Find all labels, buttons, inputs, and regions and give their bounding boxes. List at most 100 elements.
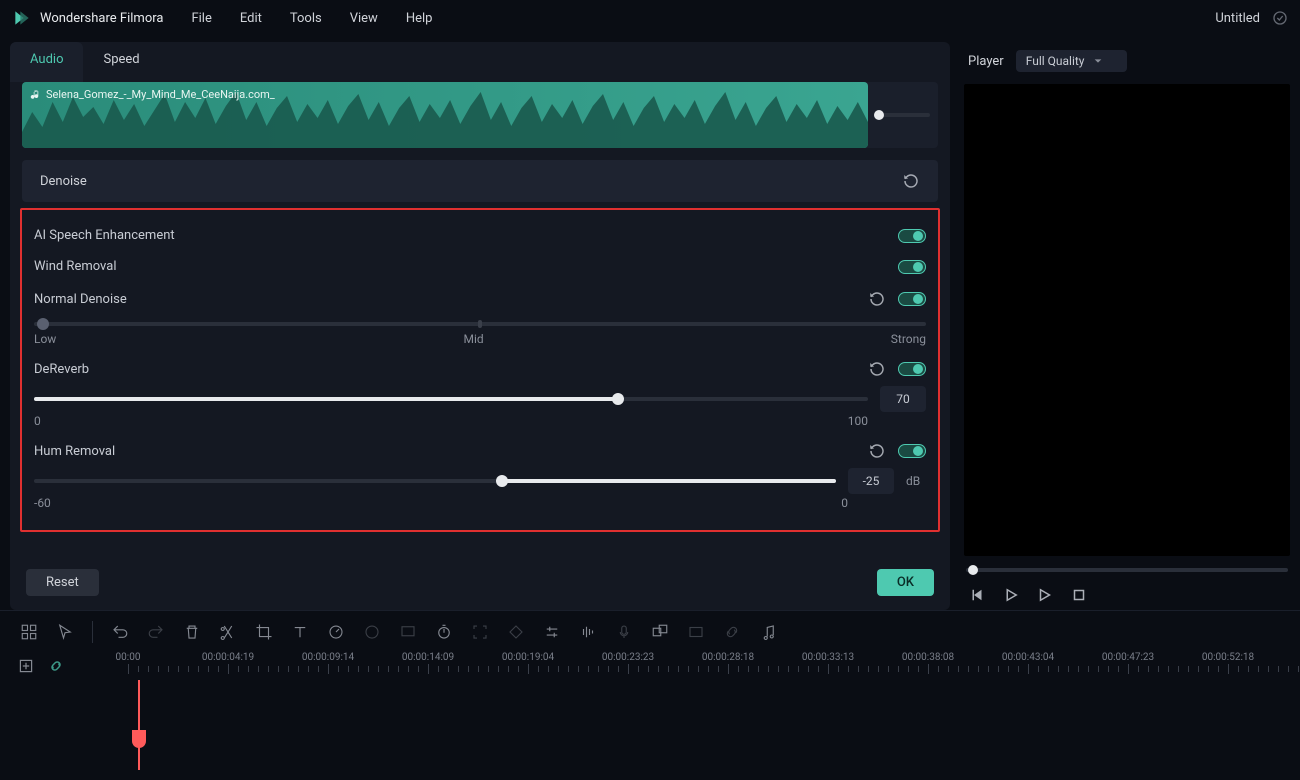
normal-denoise-label: Normal Denoise [34,292,127,307]
player-panel: Player Full Quality [964,42,1290,610]
hum-removal-toggle[interactable] [898,444,926,458]
hum-max-label: 0 [841,496,848,510]
render-icon[interactable] [687,623,705,641]
menu-items: File Edit Tools View Help [191,11,432,26]
adjust-icon[interactable] [543,623,561,641]
dereverb-value[interactable]: 70 [880,386,926,412]
normal-denoise-strong-label: Strong [891,332,926,346]
cursor-icon[interactable] [56,623,74,641]
text-icon[interactable] [291,623,309,641]
document-title: Untitled [1215,11,1260,26]
audio-clip-waveform[interactable]: Selena_Gomez_-_My_Mind_Me_CeeNaija.com_ [22,82,868,148]
crop-icon[interactable] [255,623,273,641]
ai-speech-label: AI Speech Enhancement [34,228,175,243]
normal-denoise-low-label: Low [34,332,56,346]
play-pause-icon[interactable] [1002,586,1020,604]
color-icon[interactable] [363,623,381,641]
track-add-icon[interactable] [18,658,34,674]
dereverb-label: DeReverb [34,362,89,377]
denoise-section-header: Denoise [22,160,938,202]
tab-audio[interactable]: Audio [10,42,83,82]
timeline: 00:00 00:00:04:19 00:00:09:14 00:00:14:09 00… [0,652,1300,770]
hum-removal-unit: dB [906,474,926,488]
playhead[interactable] [138,680,140,770]
ruler-label: 00:00 [116,652,141,663]
menu-edit[interactable]: Edit [240,11,262,26]
normal-denoise-mid-label: Mid [463,332,483,346]
denoise-settings-highlight: AI Speech Enhancement Wind Removal Norma… [20,208,940,532]
ruler-label: 00:00:52:18 [1202,652,1254,663]
app-logo-icon [12,8,32,28]
link-icon[interactable] [723,623,741,641]
menu-view[interactable]: View [350,11,378,26]
hum-removal-slider[interactable] [34,479,836,483]
chevron-down-icon [1093,56,1103,66]
dereverb-reset-icon[interactable] [868,360,886,378]
wind-removal-label: Wind Removal [34,259,117,274]
waveform-zoom-slider[interactable] [874,113,930,117]
screen-icon[interactable] [399,623,417,641]
menubar: Wondershare Filmora File Edit Tools View… [0,0,1300,36]
split-icon[interactable] [219,623,237,641]
timeline-ruler[interactable]: 00:0000:00:04:1900:00:09:1400:00:14:0900… [128,652,1290,680]
timeline-tracks[interactable] [0,680,1300,770]
prev-frame-icon[interactable] [968,586,986,604]
next-frame-icon[interactable] [1036,586,1054,604]
keyframe-icon[interactable] [507,623,525,641]
menu-file[interactable]: File [191,11,211,26]
normal-denoise-slider[interactable] [34,322,926,326]
music-note-icon [30,89,42,101]
player-scrubber[interactable] [966,568,1288,572]
toolbar-divider [92,621,93,643]
player-label: Player [968,54,1004,69]
ruler-label: 00:00:14:09 [402,652,454,663]
normal-denoise-reset-icon[interactable] [868,290,886,308]
dereverb-max-label: 100 [848,414,868,428]
tab-speed[interactable]: Speed [83,42,159,82]
redo-icon[interactable] [147,623,165,641]
ai-speech-toggle[interactable] [898,229,926,243]
group-icon[interactable] [651,623,669,641]
hum-removal-label: Hum Removal [34,444,115,459]
menu-help[interactable]: Help [406,11,433,26]
menu-tools[interactable]: Tools [290,11,322,26]
reset-button[interactable]: Reset [26,569,99,596]
music-icon[interactable] [759,623,777,641]
playhead-marker-icon[interactable] [132,730,146,748]
mic-icon[interactable] [615,623,633,641]
panel-tabs: Audio Speed [10,42,950,82]
normal-denoise-toggle[interactable] [898,292,926,306]
hum-removal-value[interactable]: -25 [848,468,894,494]
reset-denoise-icon[interactable] [902,172,920,190]
timeline-toolbar [0,610,1300,652]
hum-removal-reset-icon[interactable] [868,442,886,460]
dereverb-slider[interactable] [34,397,868,401]
dereverb-min-label: 0 [34,414,41,428]
hum-min-label: -60 [34,496,51,510]
ruler-label: 00:00:19:04 [502,652,554,663]
delete-icon[interactable] [183,623,201,641]
undo-icon[interactable] [111,623,129,641]
dereverb-toggle[interactable] [898,362,926,376]
waveform-row: Selena_Gomez_-_My_Mind_Me_CeeNaija.com_ [22,82,938,148]
ok-button[interactable]: OK [877,569,934,596]
video-preview[interactable] [964,84,1290,556]
clip-filename: Selena_Gomez_-_My_Mind_Me_CeeNaija.com_ [46,88,275,101]
ruler-label: 00:00:09:14 [302,652,354,663]
audio-adjust-icon[interactable] [579,623,597,641]
track-link-icon[interactable] [48,658,64,674]
speed-icon[interactable] [327,623,345,641]
ruler-label: 00:00:43:04 [1002,652,1054,663]
ruler-label: 00:00:28:18 [702,652,754,663]
cloud-sync-icon[interactable] [1272,10,1288,26]
ruler-label: 00:00:38:08 [902,652,954,663]
timer-icon[interactable] [435,623,453,641]
wind-removal-toggle[interactable] [898,260,926,274]
quality-dropdown[interactable]: Full Quality [1016,50,1127,72]
ruler-label: 00:00:04:19 [202,652,254,663]
stop-icon[interactable] [1070,586,1088,604]
layout-grid-icon[interactable] [20,623,38,641]
denoise-title: Denoise [40,174,87,189]
focus-icon[interactable] [471,623,489,641]
quality-value: Full Quality [1026,54,1085,68]
